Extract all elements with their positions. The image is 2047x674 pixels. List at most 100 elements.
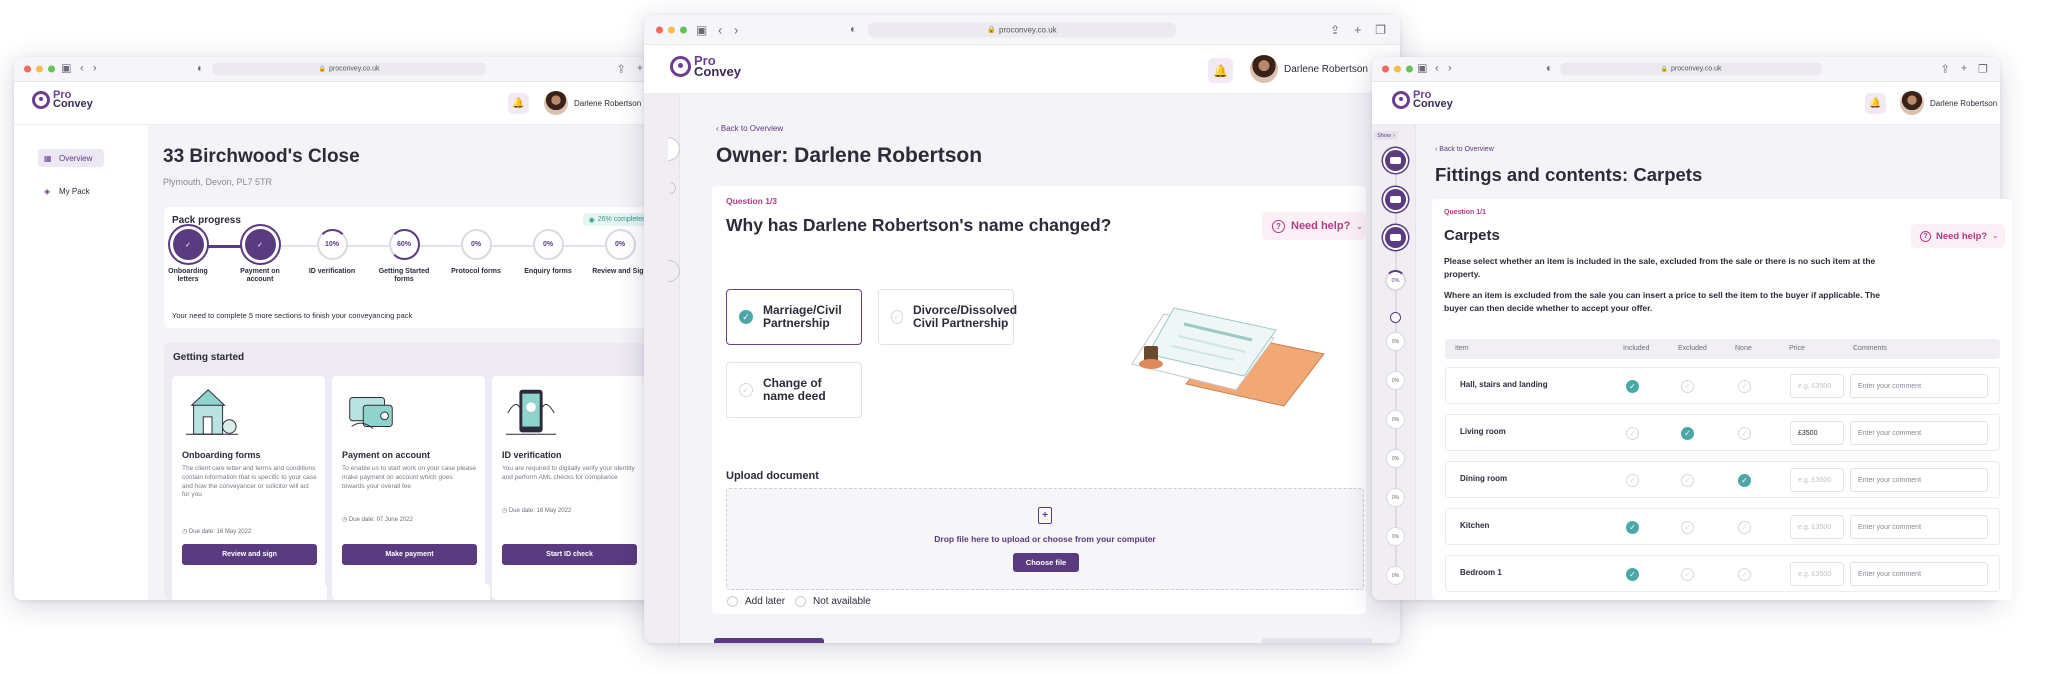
notification-bell-icon[interactable]: 🔔 bbox=[508, 93, 529, 114]
not-available-radio[interactable]: Not available bbox=[795, 596, 871, 607]
check-icon[interactable]: ✓ bbox=[1626, 380, 1639, 393]
page-title: Owner: Darlene Robertson bbox=[716, 144, 983, 167]
notification-bell-icon[interactable]: 🔔 bbox=[1208, 58, 1233, 83]
rail-show-toggle[interactable]: Show › bbox=[1374, 131, 1398, 140]
rail-step-pending[interactable]: 0% bbox=[1386, 527, 1405, 546]
check-icon[interactable]: ✓ bbox=[1626, 568, 1639, 581]
step-getting-started[interactable]: 60% Getting Started forms bbox=[374, 229, 434, 285]
back-link[interactable]: ‹ Back to Overview bbox=[716, 124, 783, 133]
rail-step-pending[interactable]: 0% bbox=[1386, 410, 1405, 429]
price-input[interactable]: e.g. £3500 bbox=[1790, 515, 1844, 539]
check-icon[interactable]: ✓ bbox=[1626, 521, 1639, 534]
proconvey-logo[interactable]: Pro Convey bbox=[1392, 89, 1453, 110]
new-tab-icon[interactable]: + bbox=[637, 63, 643, 76]
back-link[interactable]: ‹ Back to Overview bbox=[1435, 146, 1494, 153]
unchecked-circle-icon[interactable]: ✓ bbox=[1681, 380, 1694, 393]
back-arrow-icon[interactable]: ‹ bbox=[1435, 63, 1439, 75]
share-icon[interactable]: ⇪ bbox=[1940, 63, 1949, 76]
price-input[interactable]: e.g. £3500 bbox=[1790, 374, 1844, 398]
make-payment-button[interactable]: Make payment bbox=[342, 544, 477, 565]
price-input[interactable]: e.g. £3500 bbox=[1790, 468, 1844, 492]
unchecked-circle-icon[interactable]: ✓ bbox=[1626, 474, 1639, 487]
forward-arrow-icon[interactable]: › bbox=[93, 63, 97, 75]
share-icon[interactable]: ⇪ bbox=[616, 63, 625, 76]
sidebar-item-my-pack[interactable]: ◈ My Pack bbox=[38, 182, 104, 200]
notification-bell-icon[interactable]: 🔔 bbox=[1865, 93, 1886, 114]
file-upload-icon: + bbox=[1038, 507, 1052, 524]
price-input[interactable]: e.g. £3500 bbox=[1790, 562, 1844, 586]
comment-input[interactable]: Enter your comment bbox=[1850, 421, 1988, 445]
add-later-radio[interactable]: Add later bbox=[727, 596, 785, 607]
step-enquiry[interactable]: 0% Enquiry forms bbox=[518, 229, 578, 276]
proconvey-logo[interactable]: Pro Convey bbox=[670, 54, 741, 77]
step-protocol[interactable]: 0% Protocol forms bbox=[446, 229, 506, 276]
unchecked-circle-icon[interactable]: ✓ bbox=[1681, 521, 1694, 534]
rail-step-done-2[interactable] bbox=[1385, 189, 1406, 210]
unchecked-circle-icon[interactable]: ✓ bbox=[1738, 568, 1751, 581]
step-payment[interactable]: ✓ Payment on account bbox=[230, 229, 290, 285]
forward-arrow-icon[interactable]: › bbox=[734, 23, 738, 36]
need-help-button[interactable]: ? Need help? ⌄ bbox=[1911, 224, 2005, 248]
unchecked-circle-icon[interactable]: ✓ bbox=[1626, 427, 1639, 440]
review-and-sign-button[interactable]: Review and sign bbox=[182, 544, 317, 565]
sidebar-toggle-icon[interactable]: ▣ bbox=[1417, 63, 1427, 75]
sidebar-toggle-icon[interactable]: ▣ bbox=[61, 63, 71, 75]
unchecked-circle-icon[interactable]: ✓ bbox=[1738, 427, 1751, 440]
proconvey-logo[interactable]: Pro Convey bbox=[32, 89, 93, 110]
rail-step-current[interactable]: 0% bbox=[1385, 270, 1406, 291]
step-onboarding[interactable]: ✓ Onboarding letters bbox=[158, 229, 218, 285]
step-review[interactable]: 0% Review and Sign bbox=[590, 229, 650, 276]
user-name[interactable]: Darlene Robertson bbox=[1930, 99, 1997, 108]
option-divorce[interactable]: ✓ Divorce/Dissolved Civil Partnership bbox=[878, 289, 1017, 345]
next-button-partial[interactable] bbox=[1262, 638, 1372, 643]
address-bar[interactable]: 🔒 proconvey.co.uk bbox=[1560, 62, 1822, 76]
rail-step-pending[interactable]: 0% bbox=[1386, 566, 1405, 585]
unchecked-circle-icon[interactable]: ✓ bbox=[1681, 568, 1694, 581]
user-name[interactable]: Darlene Robertson bbox=[574, 99, 641, 108]
back-button-partial[interactable] bbox=[714, 638, 824, 643]
avatar[interactable] bbox=[544, 91, 568, 115]
unchecked-circle-icon[interactable]: ✓ bbox=[1738, 521, 1751, 534]
check-icon[interactable]: ✓ bbox=[1738, 474, 1751, 487]
comment-input[interactable]: Enter your comment bbox=[1850, 374, 1988, 398]
user-name[interactable]: Darlene Robertson bbox=[1284, 64, 1368, 75]
tabs-icon[interactable]: ❐ bbox=[1978, 63, 1988, 76]
avatar[interactable] bbox=[1900, 91, 1924, 115]
new-tab-icon[interactable]: + bbox=[1961, 63, 1967, 76]
sidebar-toggle-icon[interactable]: ▣ bbox=[696, 24, 707, 36]
rail-step-pending[interactable]: 0% bbox=[1386, 449, 1405, 468]
address-bar[interactable]: 🔒 proconvey.co.uk bbox=[212, 62, 486, 76]
back-arrow-icon[interactable]: ‹ bbox=[80, 63, 84, 75]
step-id-verification[interactable]: 10% ID verification bbox=[302, 229, 362, 276]
new-tab-icon[interactable]: + bbox=[1354, 23, 1361, 37]
option-marriage[interactable]: ✓ Marriage/Civil Partnership bbox=[726, 289, 862, 345]
address-bar[interactable]: 🔒 proconvey.co.uk bbox=[868, 22, 1176, 37]
rail-substep[interactable] bbox=[1390, 312, 1401, 323]
comment-input[interactable]: Enter your comment bbox=[1850, 468, 1988, 492]
sidebar-item-overview[interactable]: ▦ Overview bbox=[38, 149, 104, 167]
rail-step-pending[interactable]: 0% bbox=[1386, 488, 1405, 507]
comment-input[interactable]: Enter your comment bbox=[1850, 562, 1988, 586]
rail-step-done-3[interactable] bbox=[1385, 227, 1406, 248]
file-dropzone[interactable]: + Drop file here to upload or choose fro… bbox=[726, 488, 1364, 590]
back-arrow-icon[interactable]: ‹ bbox=[718, 23, 722, 36]
forward-arrow-icon[interactable]: › bbox=[1448, 63, 1452, 75]
rail-step-pending[interactable]: 0% bbox=[1386, 332, 1405, 351]
avatar[interactable] bbox=[1250, 55, 1278, 83]
comment-input[interactable]: Enter your comment bbox=[1850, 515, 1988, 539]
unchecked-circle-icon[interactable]: ✓ bbox=[1738, 380, 1751, 393]
check-icon[interactable]: ✓ bbox=[1681, 427, 1694, 440]
option-name-deed[interactable]: ✓ Change of name deed bbox=[726, 362, 862, 418]
choose-file-button[interactable]: Choose file bbox=[1013, 553, 1079, 572]
window-controls[interactable] bbox=[1382, 65, 1413, 73]
price-input[interactable]: £3500 bbox=[1790, 421, 1844, 445]
tabs-icon[interactable]: ❐ bbox=[1375, 23, 1386, 37]
need-help-button[interactable]: ? Need help? ⌄ bbox=[1262, 212, 1366, 240]
window-controls[interactable] bbox=[656, 26, 687, 33]
start-id-check-button[interactable]: Start ID check bbox=[502, 544, 637, 565]
rail-step-pending[interactable]: 0% bbox=[1386, 371, 1405, 390]
rail-step-done-1[interactable] bbox=[1385, 150, 1406, 171]
unchecked-circle-icon[interactable]: ✓ bbox=[1681, 474, 1694, 487]
window-controls[interactable] bbox=[24, 65, 55, 73]
share-icon[interactable]: ⇪ bbox=[1330, 23, 1340, 37]
